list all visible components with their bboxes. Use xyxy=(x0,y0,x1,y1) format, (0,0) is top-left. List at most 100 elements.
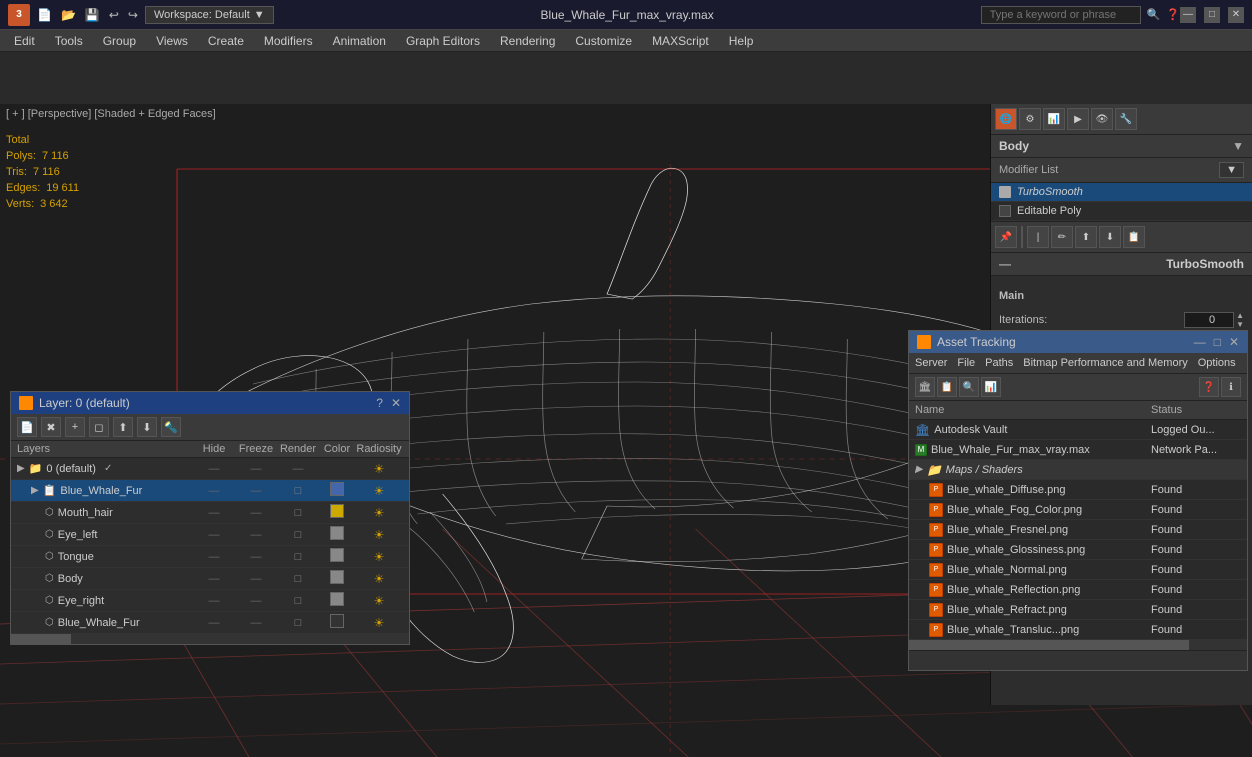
layer-radiosity-t[interactable]: ☀ xyxy=(355,550,403,564)
layer-radiosity-bwf2[interactable]: ☀ xyxy=(355,616,403,630)
asset-maximize-button[interactable]: □ xyxy=(1214,335,1221,349)
layer-row-body[interactable]: ⬡ Body — — □ ☀ xyxy=(11,568,409,590)
layer-scrollbar-h[interactable] xyxy=(11,634,409,644)
panel-icon-motion[interactable]: ▶ xyxy=(1067,108,1089,130)
new-icon[interactable]: 📄 xyxy=(34,6,55,24)
layer-row-default[interactable]: ▶ 📁 0 (default) ✓ — — — ☀ xyxy=(11,458,409,480)
layer-freeze-bwf[interactable]: — xyxy=(235,485,277,497)
open-icon[interactable]: 📂 xyxy=(58,6,79,24)
asset-menu-options[interactable]: Options xyxy=(1198,355,1236,371)
layer-hide-mh[interactable]: — xyxy=(193,507,235,519)
help-icon[interactable]: ❓ xyxy=(1166,8,1180,21)
layer-render-mh[interactable]: □ xyxy=(277,507,319,519)
menu-animation[interactable]: Animation xyxy=(323,30,396,52)
asset-row-vault[interactable]: 🏛 Autodesk Vault Logged Ou... xyxy=(909,420,1247,440)
modifier-item-turbosmooth[interactable]: TurboSmooth xyxy=(991,183,1252,202)
layer-freeze-bwf2[interactable]: — xyxy=(235,617,277,629)
workspace-chevron-icon[interactable]: ▼ xyxy=(254,9,265,21)
asset-row-diffuse[interactable]: P Blue_whale_Diffuse.png Found xyxy=(909,480,1247,500)
layer-color-er[interactable] xyxy=(319,592,355,609)
layer-freeze-t[interactable]: — xyxy=(235,551,277,563)
asset-btn-1[interactable]: 🏛 xyxy=(915,377,935,397)
layer-btn-delete[interactable]: ✖ xyxy=(41,417,61,437)
undo-icon[interactable]: ↩ xyxy=(106,6,122,24)
layer-close-button[interactable]: ✕ xyxy=(391,396,401,410)
menu-maxscript[interactable]: MAXScript xyxy=(642,30,719,52)
layer-radiosity-mh[interactable]: ☀ xyxy=(355,506,403,520)
layer-btn-select[interactable]: ◻ xyxy=(89,417,109,437)
panel-icon-utilities[interactable]: 🔧 xyxy=(1115,108,1137,130)
asset-col-status-header[interactable]: Status xyxy=(1151,404,1241,416)
layer-freeze-default[interactable]: — xyxy=(235,463,277,475)
layer-btn-highlight[interactable]: 🔦 xyxy=(161,417,181,437)
asset-menu-paths[interactable]: Paths xyxy=(985,355,1013,371)
layer-render-bwf[interactable]: □ xyxy=(277,485,319,497)
iterations-down-icon[interactable]: ▼ xyxy=(1236,320,1244,329)
layer-freeze-body[interactable]: — xyxy=(235,573,277,585)
layer-radiosity-el[interactable]: ☀ xyxy=(355,528,403,542)
layer-hide-body[interactable]: — xyxy=(193,573,235,585)
layer-hide-el[interactable]: — xyxy=(193,529,235,541)
search-icon[interactable]: 🔍 xyxy=(1147,8,1161,21)
search-input[interactable] xyxy=(981,6,1141,24)
menu-tools[interactable]: Tools xyxy=(45,30,93,52)
modifier-checkbox[interactable] xyxy=(999,205,1011,217)
asset-row-fresnel[interactable]: P Blue_whale_Fresnel.png Found xyxy=(909,520,1247,540)
layer-hide-bwf[interactable]: — xyxy=(193,485,235,497)
layer-row-bwf-2[interactable]: ⬡ Blue_Whale_Fur — — □ ☀ xyxy=(11,612,409,634)
asset-row-transluc[interactable]: P Blue_whale_Transluc...png Found xyxy=(909,620,1247,640)
layer-row-tongue[interactable]: ⬡ Tongue — — □ ☀ xyxy=(11,546,409,568)
asset-btn-3[interactable]: 🔍 xyxy=(959,377,979,397)
iterations-input[interactable] xyxy=(1184,312,1234,328)
layer-btn-new[interactable]: 📄 xyxy=(17,417,37,437)
asset-menu-server[interactable]: Server xyxy=(915,355,947,371)
asset-menu-file[interactable]: File xyxy=(957,355,975,371)
layer-freeze-er[interactable]: — xyxy=(235,595,277,607)
maximize-button[interactable]: □ xyxy=(1204,7,1220,23)
asset-btn-4[interactable]: 📊 xyxy=(981,377,1001,397)
layer-row-eye-right[interactable]: ⬡ Eye_right — — □ ☀ xyxy=(11,590,409,612)
menu-rendering[interactable]: Rendering xyxy=(490,30,565,52)
save-icon[interactable]: 💾 xyxy=(82,6,103,24)
layer-btn-down[interactable]: ⬇ xyxy=(137,417,157,437)
panel-icon-modify[interactable]: ⚙ xyxy=(1019,108,1041,130)
asset-row-maps-group[interactable]: ▶ 📁 Maps / Shaders xyxy=(909,460,1247,480)
layer-radiosity-bwf[interactable]: ☀ xyxy=(355,484,403,498)
layer-color-bwf2[interactable] xyxy=(319,614,355,631)
asset-row-glossiness[interactable]: P Blue_whale_Glossiness.png Found xyxy=(909,540,1247,560)
modifier-eye-icon[interactable] xyxy=(999,186,1011,198)
close-button[interactable]: ✕ xyxy=(1228,7,1244,23)
menu-help[interactable]: Help xyxy=(719,30,764,52)
layer-row-blue-whale-fur[interactable]: ▶ 📋 Blue_Whale_Fur — — □ ☀ xyxy=(11,480,409,502)
layer-color-body[interactable] xyxy=(319,570,355,587)
menu-group[interactable]: Group xyxy=(93,30,146,52)
menu-modifiers[interactable]: Modifiers xyxy=(254,30,323,52)
layer-row-mouth-hair[interactable]: ⬡ Mouth_hair — — □ ☀ xyxy=(11,502,409,524)
asset-btn-help[interactable]: ❓ xyxy=(1199,377,1219,397)
panel-icon-hierarchy[interactable]: 📊 xyxy=(1043,108,1065,130)
menu-create[interactable]: Create xyxy=(198,30,254,52)
layer-row-eye-left[interactable]: ⬡ Eye_left — — □ ☀ xyxy=(11,524,409,546)
turbosmooth-title[interactable]: — TurboSmooth xyxy=(991,253,1252,276)
menu-graph-editors[interactable]: Graph Editors xyxy=(396,30,490,52)
layer-freeze-mh[interactable]: — xyxy=(235,507,277,519)
asset-col-name-header[interactable]: Name xyxy=(915,404,1151,416)
layer-help-button[interactable]: ? xyxy=(376,396,383,410)
collapse-icon[interactable]: ▼ xyxy=(1232,139,1244,153)
layer-render-bwf2[interactable]: □ xyxy=(277,617,319,629)
mod-btn-4[interactable]: ⬇ xyxy=(1099,226,1121,248)
mod-btn-2[interactable]: ✏ xyxy=(1051,226,1073,248)
panel-icon-display2[interactable]: 👁 xyxy=(1091,108,1113,130)
mod-pin-button[interactable]: 📌 xyxy=(995,226,1017,248)
layer-render-default[interactable]: — xyxy=(277,463,319,475)
layer-radiosity-er[interactable]: ☀ xyxy=(355,594,403,608)
layer-color-mh[interactable] xyxy=(319,504,355,521)
asset-minimize-button[interactable]: — xyxy=(1194,335,1206,349)
asset-row-fog[interactable]: P Blue_whale_Fog_Color.png Found xyxy=(909,500,1247,520)
layer-btn-add[interactable]: + xyxy=(65,417,85,437)
layer-render-el[interactable]: □ xyxy=(277,529,319,541)
asset-btn-info[interactable]: ℹ xyxy=(1221,377,1241,397)
layer-render-body[interactable]: □ xyxy=(277,573,319,585)
layer-freeze-el[interactable]: — xyxy=(235,529,277,541)
minimize-button[interactable]: — xyxy=(1180,7,1196,23)
